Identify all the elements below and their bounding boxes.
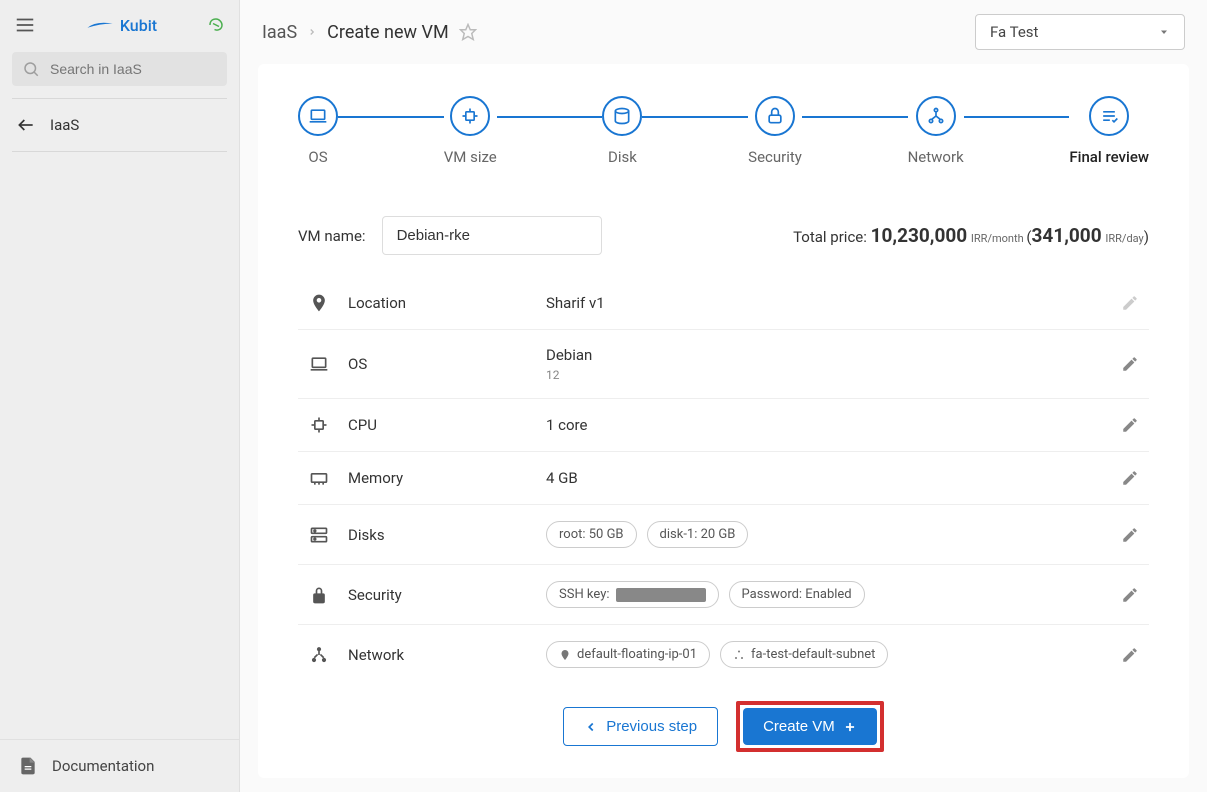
vm-name-row: VM name: Total price: 10,230,000 IRR/mon… (298, 216, 1149, 255)
documentation-label: Documentation (52, 757, 154, 775)
step-label: Final review (1069, 148, 1149, 166)
review-row-memory: Memory 4 GB (298, 452, 1149, 505)
edit-icon[interactable] (1121, 646, 1139, 664)
review-row-os: OS Debian12 (298, 330, 1149, 399)
review-value: Debian12 (546, 346, 1103, 382)
breadcrumb: IaaS Create new VM (262, 22, 477, 43)
review-row-disks: Disks root: 50 GB disk-1: 20 GB (298, 505, 1149, 565)
search-icon (22, 60, 40, 78)
nav-back-label: IaaS (50, 116, 79, 134)
review-label: CPU (348, 416, 528, 434)
laptop-icon (308, 106, 328, 126)
review-label: Memory (348, 469, 528, 487)
network-icon (308, 645, 330, 665)
location-pin-icon (308, 293, 330, 313)
plus-icon (843, 720, 857, 734)
lock-icon (765, 106, 785, 126)
edit-icon[interactable] (1121, 586, 1139, 604)
review-label: Network (348, 646, 528, 664)
chevron-left-icon (584, 720, 598, 734)
review-row-security: Security SSH key: Password: Enabled (298, 565, 1149, 625)
network-icon (926, 106, 946, 126)
review-row-cpu: CPU 1 core (298, 399, 1149, 452)
disk-chip: root: 50 GB (546, 521, 637, 548)
divider (12, 98, 227, 99)
secondary-logo-icon (207, 16, 225, 34)
menu-icon[interactable] (14, 14, 36, 36)
wizard-footer: Previous step Create VM (258, 679, 1189, 756)
review-value: Sharif v1 (546, 294, 1103, 312)
step-label: VM size (444, 148, 497, 166)
step-label: Security (748, 148, 802, 166)
cpu-icon (308, 415, 330, 435)
vm-name-label: VM name: (298, 227, 366, 245)
review-label: Security (348, 586, 528, 604)
review-value: SSH key: Password: Enabled (546, 581, 1103, 608)
step-final-review[interactable]: Final review (1069, 96, 1149, 166)
step-label: OS (308, 148, 327, 166)
review-value: 4 GB (546, 469, 1103, 487)
step-label: Network (908, 148, 964, 166)
edit-icon[interactable] (1121, 355, 1139, 373)
edit-icon (1121, 294, 1139, 312)
breadcrumb-current: Create new VM (327, 22, 449, 43)
sidebar: Kubit IaaS Documentation (0, 0, 240, 792)
previous-step-button[interactable]: Previous step (563, 707, 718, 746)
password-chip: Password: Enabled (729, 581, 865, 608)
project-select[interactable]: Fa Test (975, 14, 1185, 50)
ssh-key-chip: SSH key: (546, 581, 719, 608)
network-chip: fa-test-default-subnet (720, 641, 888, 668)
create-vm-highlight: Create VM (736, 701, 884, 752)
chevron-right-icon (307, 27, 317, 37)
stepper: OS VM size Disk Security (258, 86, 1189, 216)
nav-back-iaas[interactable]: IaaS (0, 105, 239, 145)
review-label: Disks (348, 526, 528, 544)
documentation-link[interactable]: Documentation (0, 739, 239, 792)
edit-icon[interactable] (1121, 526, 1139, 544)
step-disk[interactable]: Disk (602, 96, 642, 166)
cpu-icon (460, 106, 480, 126)
list-check-icon (1099, 106, 1119, 126)
document-icon (18, 756, 38, 776)
step-os[interactable]: OS (298, 96, 338, 166)
review-label: Location (348, 294, 528, 312)
review-value: default-floating-ip-01 fa-test-default-s… (546, 641, 1103, 668)
review-value: 1 core (546, 416, 1103, 434)
step-network[interactable]: Network (908, 96, 964, 166)
network-icon (733, 649, 745, 661)
location-pin-icon (559, 649, 571, 661)
total-price: Total price: 10,230,000 IRR/month (341,0… (793, 224, 1149, 247)
network-chip: default-floating-ip-01 (546, 641, 710, 668)
step-security[interactable]: Security (748, 96, 802, 166)
memory-icon (308, 468, 330, 488)
review-row-location: Location Sharif v1 (298, 277, 1149, 330)
main-content: IaaS Create new VM Fa Test (240, 0, 1207, 792)
edit-icon[interactable] (1121, 469, 1139, 487)
divider (12, 151, 227, 152)
chevron-down-icon (1158, 26, 1170, 38)
storage-icon (308, 525, 330, 545)
edit-icon[interactable] (1121, 416, 1139, 434)
favorite-star-icon[interactable] (459, 23, 477, 41)
step-vm-size[interactable]: VM size (444, 96, 497, 166)
search-input-wrapper[interactable] (12, 52, 227, 86)
breadcrumb-root[interactable]: IaaS (262, 22, 297, 43)
review-value: root: 50 GB disk-1: 20 GB (546, 521, 1103, 548)
content-card: OS VM size Disk Security (258, 64, 1189, 778)
topbar: IaaS Create new VM Fa Test (240, 0, 1207, 64)
review-label: OS (348, 355, 528, 373)
laptop-icon (308, 354, 330, 374)
lock-icon (308, 585, 330, 605)
brand-name: Kubit (120, 16, 157, 35)
project-selected-label: Fa Test (990, 23, 1038, 41)
arrow-left-icon (16, 115, 36, 135)
vm-name-input[interactable] (382, 216, 602, 255)
brand-logo[interactable]: Kubit (48, 16, 195, 35)
create-vm-button[interactable]: Create VM (743, 708, 877, 745)
disk-icon (612, 106, 632, 126)
step-label: Disk (608, 148, 637, 166)
disk-chip: disk-1: 20 GB (647, 521, 749, 548)
search-input[interactable] (50, 61, 231, 77)
review-row-network: Network default-floating-ip-01 fa-test-d… (298, 625, 1149, 679)
